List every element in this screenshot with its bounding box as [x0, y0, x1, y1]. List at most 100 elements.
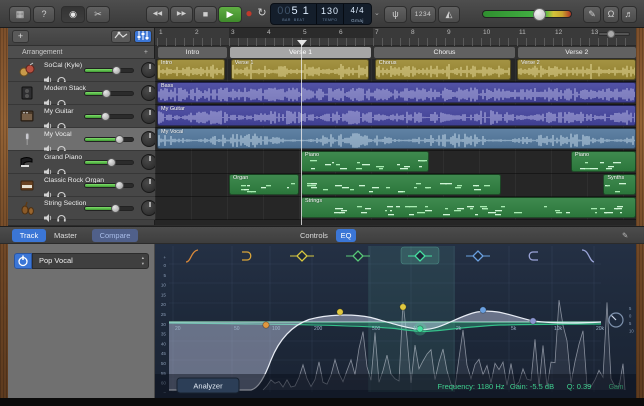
region-piano[interactable]: Piano — [301, 151, 429, 172]
region-strings[interactable]: Strings — [301, 197, 636, 218]
smart-controls-header: Track Master Compare Controls EQ ✎ — [0, 226, 644, 244]
region-verse-2[interactable]: Verse 2 — [517, 59, 636, 80]
volume-thumb[interactable] — [111, 204, 120, 213]
media-browser-icon[interactable]: ♬ — [621, 6, 637, 23]
rewind-button[interactable]: ◀◀ — [146, 6, 169, 23]
volume-slider[interactable] — [84, 137, 134, 142]
mixer-icon[interactable] — [134, 30, 152, 43]
track-row-modern-stack[interactable]: Modern Stack — [8, 82, 155, 105]
arrangement-add-button[interactable]: + — [144, 46, 148, 59]
power-button[interactable] — [14, 253, 32, 269]
volume-thumb[interactable] — [107, 158, 116, 167]
zoom-slider[interactable] — [598, 32, 630, 36]
lcd-bar-dim: 00 — [277, 5, 291, 17]
compare-button[interactable]: Compare — [92, 229, 138, 242]
tab-master[interactable]: Master — [54, 231, 77, 240]
eq-band-3-button[interactable] — [290, 251, 314, 261]
track-row-grand-piano[interactable]: Grand Piano — [8, 151, 155, 174]
eq-band-6-button[interactable] — [466, 251, 490, 261]
eq-control-point[interactable] — [263, 322, 269, 328]
smart-controls-icon[interactable]: ◉ — [61, 6, 85, 23]
preset-select[interactable]: Pop Vocal ▴▾ — [32, 253, 149, 269]
region-bass[interactable]: Bass — [157, 82, 636, 103]
solo-button[interactable] — [57, 209, 66, 227]
ruler-bar-number: 10 — [483, 29, 490, 36]
region-organ[interactable]: Organ — [229, 174, 299, 195]
metronome-icon[interactable]: ◭ — [438, 6, 460, 23]
track-row-classic-rock-organ[interactable]: Classic Rock Organ — [8, 174, 155, 197]
loop-browser-icon[interactable]: Ω — [603, 6, 619, 23]
track-row-string-section[interactable]: String Section — [8, 197, 155, 220]
eq-band-7-button[interactable] — [529, 252, 538, 260]
arrangement-section-chorus[interactable]: Chorus — [374, 47, 515, 58]
volume-slider[interactable] — [84, 206, 134, 211]
stop-button[interactable]: ■ — [194, 6, 217, 23]
cycle-button[interactable]: ↻ — [255, 6, 269, 23]
eq-control-point[interactable] — [480, 307, 486, 313]
eq-db-label: 5 — [163, 273, 166, 278]
region-chorus[interactable]: Chorus — [375, 59, 512, 80]
tab-eq[interactable]: EQ — [336, 229, 356, 242]
timeline: 12345678910111213 IntroVerse 1ChorusVers… — [155, 28, 636, 225]
lcd-tempo: 130 TEMPO — [317, 4, 344, 24]
volume-thumb[interactable] — [112, 66, 121, 75]
add-track-button[interactable]: + — [12, 30, 29, 43]
volume-thumb[interactable] — [101, 112, 110, 121]
quick-help-icon[interactable]: ? — [33, 6, 55, 23]
tuner-icon[interactable]: ψ — [384, 6, 407, 23]
track-row-my-vocal[interactable]: My Vocal — [8, 128, 155, 151]
lcd-chevron-icon[interactable]: ⌄ — [374, 9, 380, 17]
volume-slider[interactable] — [84, 114, 134, 119]
midi-notes — [302, 204, 636, 217]
editors-icon[interactable]: ✂ — [86, 6, 110, 23]
track-row-socal-kyle-[interactable]: SoCal (Kyle) — [8, 59, 155, 82]
volume-thumb[interactable] — [115, 135, 124, 144]
lcd-display[interactable]: 005 1 BAR BEAT 130 TEMPO 4/4 Gmaj — [270, 3, 372, 25]
eq-band-8-button[interactable] — [582, 250, 594, 262]
tab-track[interactable]: Track — [12, 229, 46, 242]
library-icon[interactable]: ▦ — [9, 6, 31, 23]
volume-thumb[interactable] — [102, 89, 111, 98]
eq-band-1-button[interactable] — [186, 250, 198, 262]
bar-ruler[interactable]: 12345678910111213 — [155, 28, 636, 46]
eq-control-point[interactable] — [400, 304, 406, 310]
ruler-bar-number: 3 — [231, 29, 235, 36]
tab-controls[interactable]: Controls — [300, 231, 328, 240]
master-volume-slider[interactable] — [482, 10, 572, 18]
zoom-slider-thumb[interactable] — [607, 30, 615, 38]
edit-pencil-icon[interactable]: ✎ — [622, 231, 628, 240]
automation-icon[interactable] — [111, 30, 131, 43]
volume-slider[interactable] — [84, 68, 134, 73]
region-synths[interactable]: Synths — [603, 174, 635, 195]
playhead[interactable] — [301, 40, 302, 225]
volume-thumb[interactable] — [115, 181, 124, 190]
region-piano[interactable]: Piano — [571, 151, 636, 172]
eq-band-4-button[interactable] — [346, 251, 370, 261]
count-in-button[interactable]: 1234 — [410, 6, 436, 23]
headphones-icon[interactable] — [57, 214, 66, 222]
eq-control-point[interactable] — [337, 309, 343, 315]
eq-gain-readout: Gain: -5.5 dB — [510, 382, 554, 391]
region-untitled[interactable] — [301, 174, 501, 195]
mute-button[interactable] — [44, 209, 53, 227]
region-my-vocal[interactable]: My Vocal — [157, 128, 636, 149]
record-button[interactable]: ● — [243, 6, 255, 23]
eq-control-point[interactable] — [530, 318, 536, 324]
eq-gain-scale-label: 0 — [629, 314, 632, 319]
region-my-guitar[interactable]: My Guitar — [157, 105, 636, 126]
region-verse-1[interactable]: Verse 1 — [231, 59, 369, 80]
note-pad-icon[interactable]: ✎ — [583, 6, 601, 23]
eq-band-2-button[interactable] — [242, 252, 251, 260]
arrangement-section-intro[interactable]: Intro — [158, 47, 227, 58]
arrangement-section-verse-2[interactable]: Verse 2 — [518, 47, 636, 58]
volume-slider[interactable] — [84, 160, 134, 165]
mute-icon[interactable] — [44, 214, 53, 222]
volume-slider[interactable] — [84, 183, 134, 188]
forward-button[interactable]: ▶▶ — [170, 6, 193, 23]
play-button[interactable]: ▶ — [218, 6, 242, 23]
master-volume-thumb[interactable] — [533, 8, 546, 21]
playhead-handle[interactable] — [297, 40, 307, 46]
volume-slider[interactable] — [84, 91, 134, 96]
track-row-my-guitar[interactable]: My Guitar — [8, 105, 155, 128]
region-intro[interactable]: Intro — [157, 59, 225, 80]
